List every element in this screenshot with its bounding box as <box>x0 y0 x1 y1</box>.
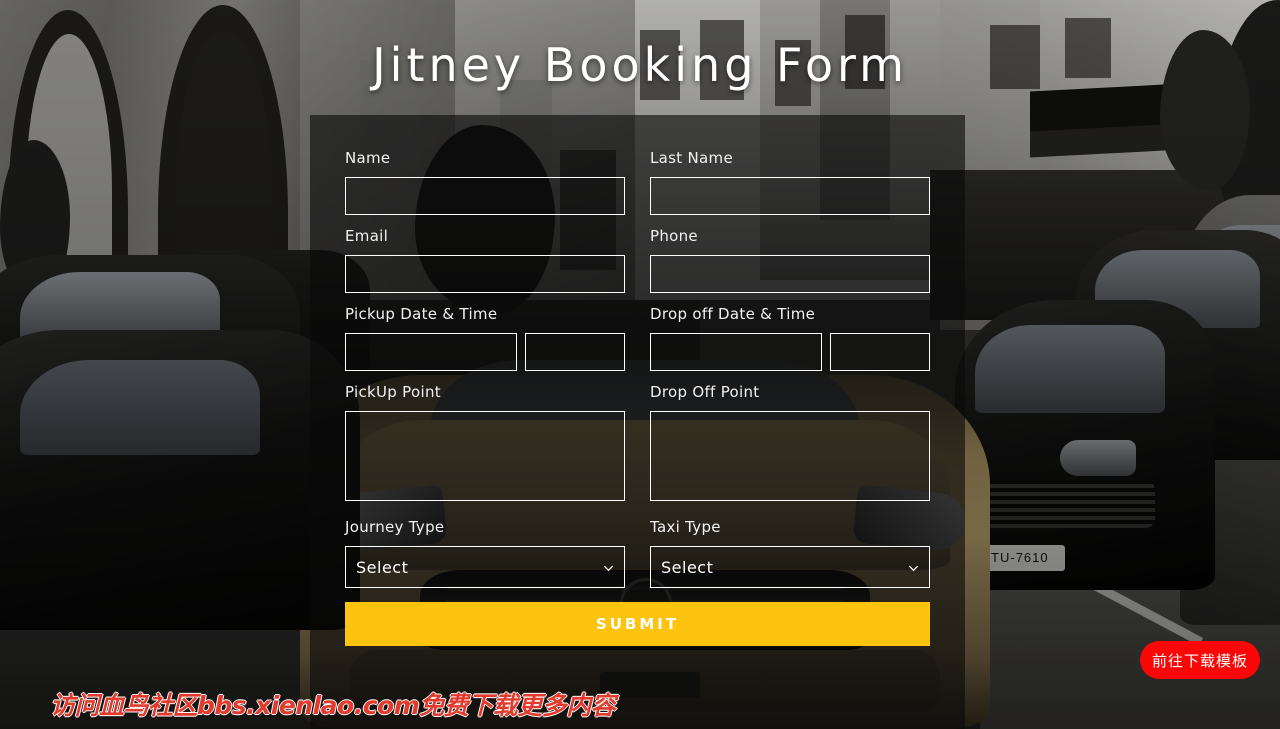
field-pickup-point: PickUp Point <box>345 383 625 506</box>
label-journey-type: Journey Type <box>345 518 445 536</box>
taxi-type-wrap: Select <box>650 546 930 588</box>
booking-form: Name Last Name Email Phone Pickup Date &… <box>310 115 965 729</box>
field-pickup-datetime: Pickup Date & Time <box>345 305 625 371</box>
pickup-datetime-group <box>345 333 625 371</box>
label-name: Name <box>345 149 391 167</box>
label-dropoff-datetime: Drop off Date & Time <box>650 305 816 323</box>
field-dropoff-point: Drop Off Point <box>650 383 930 506</box>
screen: ETU-7610 Jitney Booking Form Name <box>0 0 1280 729</box>
site-watermark: 访问血鸟社区bbs.xienlao.com免费下载更多内容 <box>50 691 616 720</box>
label-pickup-datetime: Pickup Date & Time <box>345 305 498 323</box>
journey-type-wrap: Select <box>345 546 625 588</box>
form-row-submit: SUBMIT <box>345 602 930 646</box>
dropoff-datetime-group <box>650 333 930 371</box>
label-dropoff-point: Drop Off Point <box>650 383 760 401</box>
taxi-type-select[interactable]: Select <box>650 546 930 588</box>
field-last-name: Last Name <box>650 149 930 215</box>
label-phone: Phone <box>650 227 698 245</box>
form-row-points: PickUp Point Drop Off Point <box>345 383 930 506</box>
label-email: Email <box>345 227 389 245</box>
field-phone: Phone <box>650 227 930 293</box>
form-row-name: Name Last Name <box>345 149 930 215</box>
pickup-point-textarea[interactable] <box>345 411 625 501</box>
pickup-time-input[interactable] <box>525 333 625 371</box>
field-taxi-type: Taxi Type Select <box>650 518 930 588</box>
field-name: Name <box>345 149 625 215</box>
dropoff-date-input[interactable] <box>650 333 822 371</box>
submit-button[interactable]: SUBMIT <box>345 602 930 646</box>
form-row-datetime: Pickup Date & Time Drop off Date & Time <box>345 305 930 371</box>
field-email: Email <box>345 227 625 293</box>
form-row-types: Journey Type Select Taxi Type Select <box>345 518 930 588</box>
pickup-date-input[interactable] <box>345 333 517 371</box>
phone-input[interactable] <box>650 255 930 293</box>
name-input[interactable] <box>345 177 625 215</box>
label-last-name: Last Name <box>650 149 733 167</box>
last-name-input[interactable] <box>650 177 930 215</box>
dropoff-point-textarea[interactable] <box>650 411 930 501</box>
page-title: Jitney Booking Form <box>372 38 908 92</box>
journey-type-select[interactable]: Select <box>345 546 625 588</box>
email-input[interactable] <box>345 255 625 293</box>
form-row-contact: Email Phone <box>345 227 930 293</box>
field-dropoff-datetime: Drop off Date & Time <box>650 305 930 371</box>
label-pickup-point: PickUp Point <box>345 383 441 401</box>
dropoff-time-input[interactable] <box>830 333 930 371</box>
field-journey-type: Journey Type Select <box>345 518 625 588</box>
download-template-button[interactable]: 前往下载模板 <box>1140 641 1260 679</box>
label-taxi-type: Taxi Type <box>650 518 721 536</box>
